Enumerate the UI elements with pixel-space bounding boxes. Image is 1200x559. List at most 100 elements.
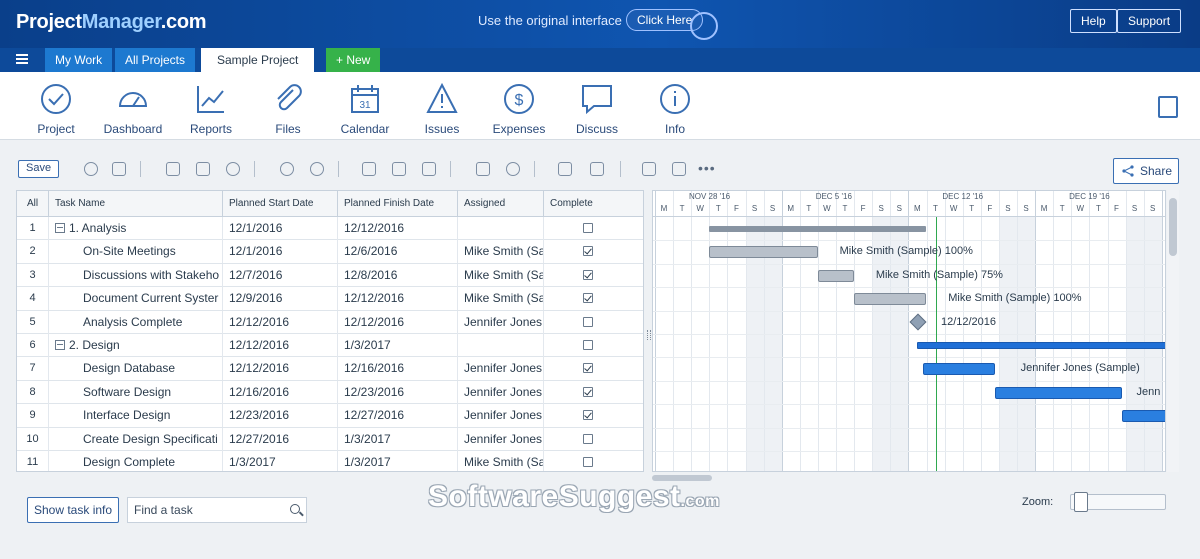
complete-checkbox[interactable] (583, 316, 593, 327)
table-row[interactable]: 2 On-Site Meetings 12/1/2016 12/6/2016 Mike … (17, 240, 643, 264)
assigned-cell[interactable]: Jennifer Jones (458, 357, 544, 381)
assigned-cell[interactable] (458, 217, 544, 240)
help-button[interactable]: Help (1070, 9, 1117, 33)
start-date-cell[interactable]: 12/27/2016 (223, 427, 338, 451)
nav-discuss[interactable]: Discuss (562, 82, 632, 136)
find-task-input[interactable] (127, 497, 307, 523)
edit-icon[interactable] (166, 162, 180, 176)
finish-date-cell[interactable]: 1/3/2017 (338, 334, 458, 357)
add-task-icon[interactable] (84, 162, 98, 176)
start-date-cell[interactable]: 12/9/2016 (223, 287, 338, 311)
task-bar[interactable] (854, 292, 927, 305)
complete-cell[interactable] (544, 217, 643, 240)
share-button[interactable]: Share (1113, 158, 1179, 184)
start-date-cell[interactable]: 12/23/2016 (223, 404, 338, 428)
complete-checkbox[interactable] (583, 457, 593, 467)
start-date-cell[interactable]: 12/7/2016 (223, 263, 338, 287)
zoom-slider-handle[interactable] (1074, 492, 1088, 512)
complete-checkbox[interactable] (583, 410, 593, 421)
task-name-cell[interactable]: On-Site Meetings (49, 240, 223, 264)
redo-icon[interactable] (310, 162, 324, 176)
horizontal-scrollbar[interactable] (652, 474, 1166, 482)
milestone-diamond[interactable] (909, 313, 927, 331)
nav-expenses[interactable]: $ Expenses (484, 82, 554, 136)
start-date-cell[interactable]: 12/12/2016 (223, 310, 338, 334)
paste-icon[interactable] (422, 162, 436, 176)
nav-info[interactable]: Info (640, 82, 710, 136)
complete-cell[interactable] (544, 451, 643, 471)
nav-project[interactable]: Project (21, 82, 91, 136)
complete-cell[interactable] (544, 240, 643, 263)
tab-sample-project[interactable]: Sample Project (201, 48, 316, 72)
complete-checkbox[interactable] (583, 223, 593, 233)
finish-date-cell[interactable]: 1/3/2017 (338, 427, 458, 451)
col-header-finish[interactable]: Planned Finish Date (338, 191, 458, 217)
assigned-cell[interactable]: Jennifer Jones (458, 310, 544, 334)
table-row[interactable]: 11 Design Complete 1/3/2017 1/3/2017 Mike Sm… (17, 451, 643, 471)
task-name-cell[interactable]: Create Design Specificati (49, 427, 223, 451)
task-bar[interactable] (817, 269, 855, 282)
save-button[interactable]: Save (18, 160, 60, 178)
task-name-cell[interactable]: Design Database (49, 357, 223, 381)
collapse-icon[interactable] (55, 340, 65, 350)
task-name-cell[interactable]: Software Design (49, 380, 223, 404)
finish-date-cell[interactable]: 12/12/2016 (338, 287, 458, 311)
complete-checkbox[interactable] (583, 293, 593, 304)
task-name-cell[interactable]: Interface Design (49, 404, 223, 428)
col-header-complete[interactable]: Complete (544, 191, 643, 217)
tab-new[interactable]: + New (326, 48, 382, 72)
complete-checkbox[interactable] (583, 246, 593, 257)
tab-my-work[interactable]: My Work (45, 48, 114, 72)
finish-date-cell[interactable]: 12/27/2016 (338, 404, 458, 428)
finish-date-cell[interactable]: 12/12/2016 (338, 310, 458, 334)
delete-icon[interactable] (112, 162, 126, 176)
complete-checkbox[interactable] (583, 363, 593, 374)
start-date-cell[interactable]: 12/1/2016 (223, 240, 338, 264)
col-header-task-name[interactable]: Task Name (49, 191, 223, 217)
pane-splitter[interactable] (645, 190, 651, 472)
start-date-cell[interactable]: 12/12/2016 (223, 357, 338, 381)
task-bar[interactable] (922, 363, 996, 376)
nav-calendar[interactable]: 31 Calendar (330, 82, 400, 136)
complete-checkbox[interactable] (583, 340, 593, 350)
complete-cell[interactable] (544, 404, 643, 427)
copy-icon[interactable] (392, 162, 406, 176)
finish-date-cell[interactable]: 1/3/2017 (338, 451, 458, 471)
nav-issues[interactable]: Issues (407, 82, 477, 136)
task-name-cell[interactable]: Analysis Complete (49, 310, 223, 334)
complete-cell[interactable] (544, 287, 643, 310)
start-date-cell[interactable]: 1/3/2017 (223, 451, 338, 471)
columns-icon[interactable] (642, 162, 656, 176)
nav-files[interactable]: Files (253, 82, 323, 136)
undo-icon[interactable] (280, 162, 294, 176)
complete-cell[interactable] (544, 311, 643, 334)
indent-icon[interactable] (590, 162, 604, 176)
complete-checkbox[interactable] (583, 386, 593, 397)
table-row[interactable]: 1 1. Analysis 12/1/2016 12/12/2016 (17, 217, 643, 241)
notes-icon[interactable] (1158, 96, 1178, 118)
outdent-icon[interactable] (558, 162, 572, 176)
assigned-cell[interactable]: Jennifer Jones (458, 380, 544, 404)
table-row[interactable]: 6 2. Design 12/12/2016 1/3/2017 (17, 334, 643, 358)
assigned-cell[interactable]: Jennifer Jones (458, 427, 544, 451)
assigned-cell[interactable]: Jennifer Jones (458, 404, 544, 428)
finish-date-cell[interactable]: 12/12/2016 (338, 217, 458, 240)
vertical-scrollbar[interactable] (1167, 190, 1179, 472)
support-button[interactable]: Support (1117, 9, 1182, 33)
start-date-cell[interactable]: 12/12/2016 (223, 334, 338, 357)
complete-checkbox[interactable] (583, 269, 593, 280)
logo[interactable]: ProjectManager.com (16, 11, 207, 34)
task-bar[interactable] (1121, 409, 1165, 422)
comment-icon[interactable] (226, 162, 240, 176)
link-icon[interactable] (476, 162, 490, 176)
assigned-cell[interactable]: Mike Smith (Sa (458, 451, 544, 471)
complete-checkbox[interactable] (583, 433, 593, 444)
search-icon[interactable] (290, 504, 300, 514)
finish-date-cell[interactable]: 12/6/2016 (338, 240, 458, 264)
more-options-icon[interactable]: ••• (698, 160, 716, 176)
assigned-cell[interactable]: Mike Smith (Sa (458, 240, 544, 264)
hamburger-menu-icon[interactable] (16, 54, 28, 64)
settings-icon[interactable] (506, 162, 520, 176)
start-date-cell[interactable]: 12/1/2016 (223, 217, 338, 240)
assigned-cell[interactable]: Mike Smith (Sa (458, 263, 544, 287)
